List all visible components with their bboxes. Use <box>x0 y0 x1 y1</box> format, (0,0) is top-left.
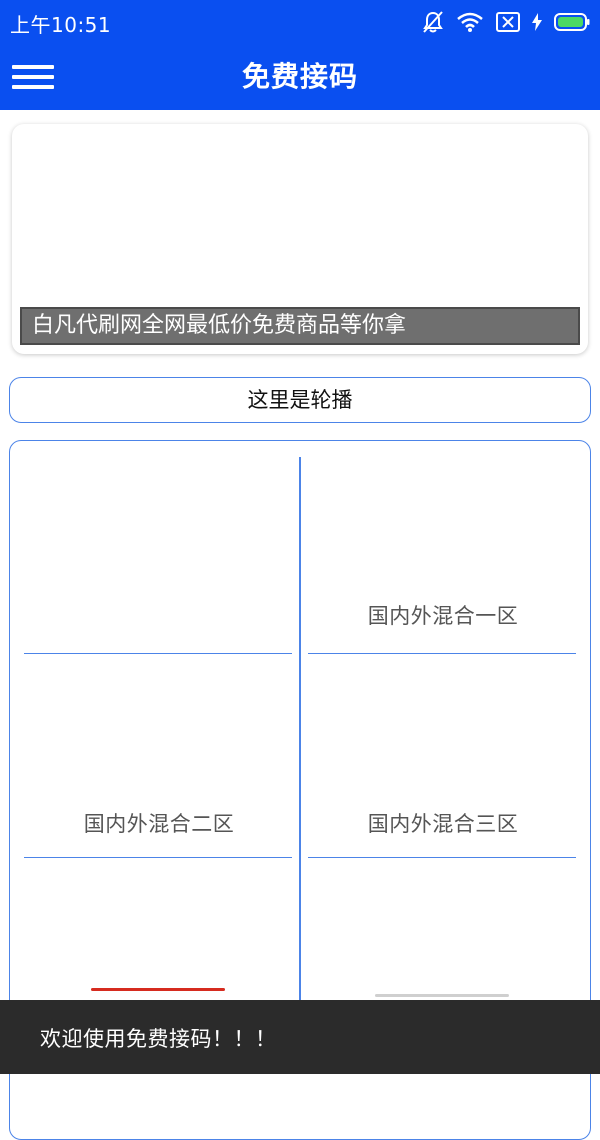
carousel-button[interactable]: 这里是轮播 <box>9 377 591 423</box>
region-cell[interactable] <box>24 458 294 648</box>
page-title: 免费接码 <box>241 60 358 93</box>
region-cell[interactable]: 国内外混合二区 <box>24 662 294 852</box>
grid-divider-vertical <box>299 457 301 1057</box>
grid-divider-horizontal <box>24 857 292 858</box>
welcome-toast: 欢迎使用免费接码！！！ <box>0 1000 600 1074</box>
status-icons <box>422 8 590 36</box>
region-cell[interactable]: 国内外混合三区 <box>308 662 578 852</box>
region-label: 国内外混合一区 <box>367 604 519 628</box>
sim-disabled-icon <box>496 12 520 32</box>
region-label: 国内外混合三区 <box>367 812 519 836</box>
region-image-edge <box>91 988 225 991</box>
grid-divider-horizontal <box>308 857 576 858</box>
region-label: 国内外混合二区 <box>83 812 235 836</box>
battery-icon <box>554 13 590 31</box>
banner-caption: 白凡代刷网全网最低价免费商品等你拿 <box>20 307 580 345</box>
wifi-icon <box>457 12 483 32</box>
charging-bolt-icon <box>532 13 542 31</box>
status-time: 上午10:51 <box>10 13 112 37</box>
banner-card[interactable]: 白凡代刷网全网最低价免费商品等你拿 <box>12 124 588 354</box>
region-cell[interactable]: 国内外混合一区 <box>308 458 578 648</box>
app-bar: 免费接码 <box>0 44 600 110</box>
region-image-edge <box>375 994 509 997</box>
grid-divider-horizontal <box>308 653 576 654</box>
notifications-off-icon <box>423 11 443 33</box>
status-bar: 上午10:51 <box>0 0 600 44</box>
grid-divider-horizontal <box>24 653 292 654</box>
